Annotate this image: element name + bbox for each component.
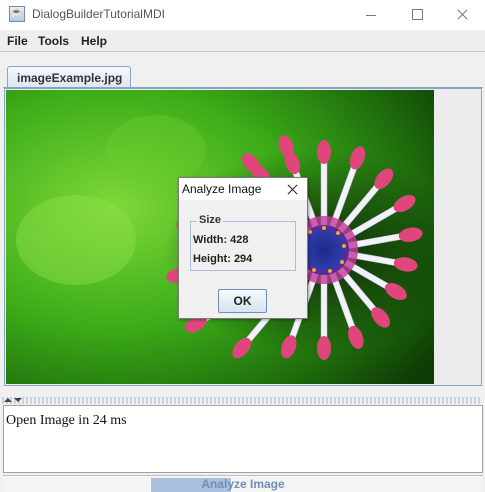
close-icon[interactable] [439,0,485,30]
dialog-title-bar: Analyze Image [179,178,307,200]
height-label: Height: 294 [193,253,253,265]
tab-strip: imageExample.jpg [3,64,483,88]
ok-button-label: OK [233,294,252,308]
menu-tools[interactable]: Tools [38,34,69,48]
menu-file[interactable]: File [7,34,28,48]
split-divider[interactable] [2,397,482,404]
width-label: Width: 428 [193,234,249,246]
maximize-icon[interactable] [394,0,440,30]
menu-help[interactable]: Help [81,34,107,48]
tab-label: imageExample.jpg [17,71,123,85]
analyze-image-label: Analyze Image [201,477,285,491]
analyze-image-dialog: Analyze Image Size Width: 428 Height: 29… [178,177,308,319]
log-message: Open Image in 24 ms [6,413,127,428]
ok-button[interactable]: OK [218,289,267,313]
java-icon: ☕ [9,6,25,22]
minimize-icon[interactable] [348,0,394,30]
dialog-title: Analyze Image [182,182,262,196]
menu-bar: File Tools Help [0,30,485,52]
split-arrows-icon[interactable] [4,397,24,404]
log-text-area[interactable]: Open Image in 24 ms [3,405,483,473]
dialog-close-icon[interactable] [283,181,301,197]
size-group-label: Size [197,214,224,226]
tab-image-example[interactable]: imageExample.jpg [7,66,131,88]
window-title: DialogBuilderTutorialMDI [32,7,165,21]
analyze-image-button[interactable]: Analyze Image [3,475,483,492]
title-bar: ☕ DialogBuilderTutorialMDI [0,0,485,30]
